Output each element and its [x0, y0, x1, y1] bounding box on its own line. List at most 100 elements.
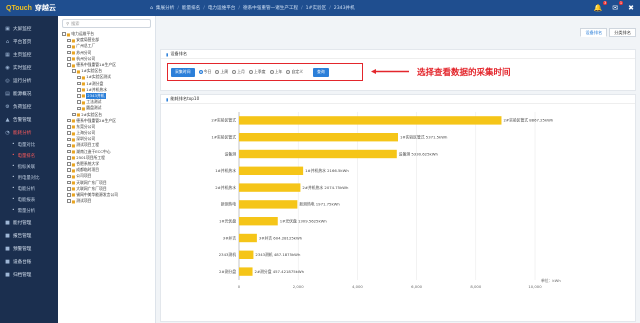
title-marker-icon: ▮	[166, 51, 169, 57]
ranking-chart: 0 2,000 4,000 6,000 8,000 10,000 2#实验区管式 2#实验区管…	[211, 112, 561, 289]
nav-item[interactable]: ◔ 能耗分析	[0, 126, 58, 139]
checkbox-icon[interactable]	[67, 63, 71, 67]
data-label: 新测热电 1971.75kWh	[299, 202, 340, 207]
bell-icon[interactable]: 🔔 3	[594, 1, 608, 12]
category-label: 1#并机热水	[215, 168, 236, 173]
nav-item[interactable]: ■ 归档管理	[0, 268, 58, 281]
nav-item[interactable]: ⌂ 平台首页	[0, 35, 58, 48]
checkbox-icon[interactable]	[67, 44, 71, 49]
checkbox-icon[interactable]	[72, 69, 76, 73]
checkbox-icon[interactable]	[77, 106, 81, 111]
nav-item[interactable]: ◎ 运行分析	[0, 74, 58, 87]
search-placeholder: 搜索	[71, 20, 80, 26]
category-label: 1#光伏盘	[219, 219, 236, 224]
checkbox-icon[interactable]	[67, 149, 71, 154]
nav-item[interactable]: ▣ 大屏监控	[0, 22, 58, 35]
mail-icon[interactable]: ✉ 1	[612, 1, 624, 12]
nav-sub-item[interactable]: • 电能分析	[0, 183, 58, 194]
close-icon[interactable]: ✖	[628, 4, 634, 12]
checkbox-icon[interactable]	[67, 125, 71, 129]
tree-node-label: 公司项目	[76, 173, 92, 179]
checkbox-icon[interactable]	[77, 94, 81, 98]
checkbox-icon[interactable]	[67, 168, 71, 172]
monitor-icon: ▣	[5, 25, 10, 32]
tree-node-label: 苏州分司	[76, 49, 92, 55]
checkbox-icon[interactable]	[67, 57, 71, 61]
nav-item[interactable]: ▲ 告警管理	[0, 113, 58, 126]
tree-search-input[interactable]: ⚲ 搜索	[62, 19, 151, 28]
nav-sub-label: 电能分析	[17, 186, 36, 192]
nav-sub-item[interactable]: • 电量排名	[0, 150, 58, 161]
tree-node-label: 深圳分公司	[76, 136, 96, 142]
nav-item[interactable]: ■ 报告管理	[0, 229, 58, 242]
breadcrumb-item[interactable]: 集展分析	[156, 5, 174, 11]
checkbox-icon[interactable]	[67, 131, 71, 135]
data-label: 设备测 5330.625kWh	[399, 151, 439, 156]
checkbox-icon[interactable]	[62, 32, 66, 36]
checkbox-icon[interactable]	[67, 38, 71, 43]
folder-icon: ■	[81, 87, 86, 93]
time-option-radio[interactable]: 上年	[269, 69, 282, 75]
nav-sub-item[interactable]: • 电能报表	[0, 194, 58, 205]
nav-item[interactable]: ▦ 主页监控	[0, 48, 58, 61]
time-option-radio[interactable]: 上周	[215, 69, 228, 75]
nav-item[interactable]: ■ 预警管理	[0, 242, 58, 255]
nav-item[interactable]: ■ 能付管理	[0, 216, 58, 229]
checkbox-icon[interactable]	[67, 199, 71, 203]
app-logo[interactable]: QTouch 穿越云	[0, 0, 62, 16]
nav-sub-label: 用电量对比	[17, 175, 40, 181]
breadcrumb-item[interactable]: 能量排名	[182, 5, 200, 11]
query-button[interactable]: 查询	[313, 67, 329, 77]
breadcrumb-item[interactable]: 电力运维平台	[208, 5, 236, 11]
nav-sub-item[interactable]: • 指标关联	[0, 161, 58, 172]
tab-device-rank[interactable]: 设备排名	[580, 28, 608, 37]
checkbox-icon[interactable]	[67, 162, 71, 166]
checkbox-icon[interactable]	[67, 193, 71, 197]
checkbox-icon[interactable]	[67, 187, 71, 191]
checkbox-icon[interactable]	[67, 174, 71, 179]
nav-sub-item[interactable]: • 需量分析	[0, 205, 58, 216]
logo-text: QTouch	[6, 4, 32, 12]
checkbox-icon[interactable]	[67, 50, 71, 55]
tree-node-label: 2501项目所工程	[76, 154, 105, 160]
checkbox-icon[interactable]	[67, 180, 71, 185]
folder-icon: ■	[71, 155, 76, 161]
breadcrumb-item[interactable]: 1#实验区	[306, 5, 327, 11]
nav-item[interactable]: ◉ 实时监控	[0, 61, 58, 74]
breadcrumb-item[interactable]: 德系中强重管一诸生产工程	[243, 5, 298, 11]
nav-sub-item[interactable]: • 电量对比	[0, 139, 58, 150]
tree-node-label: 安度局营业部	[76, 37, 100, 43]
folder-icon: ■	[71, 124, 76, 130]
time-option-radio[interactable]: 上月	[232, 69, 245, 75]
nav-item[interactable]: ■ 设备台账	[0, 255, 58, 268]
time-option-radio[interactable]: 自定义	[286, 69, 303, 75]
checkbox-icon[interactable]	[67, 156, 71, 160]
checkbox-icon[interactable]	[77, 75, 81, 80]
tree-node[interactable]: ■ 测试项目	[62, 198, 155, 204]
category-label: 2343测机	[219, 252, 236, 257]
checkbox-icon[interactable]	[67, 137, 71, 142]
time-option-radio[interactable]: 今日	[198, 69, 211, 75]
nav-label: 实时监控	[13, 65, 32, 71]
checkbox-icon[interactable]	[67, 143, 71, 148]
checkbox-icon[interactable]	[77, 88, 81, 92]
nav-label: 能耗分析	[13, 130, 32, 136]
checkbox-icon[interactable]	[67, 118, 71, 123]
checkbox-icon[interactable]	[77, 100, 81, 104]
home-icon[interactable]: ⌂	[150, 6, 153, 11]
checkbox-icon[interactable]	[72, 112, 76, 117]
tab-category-rank[interactable]: 分类排名	[609, 28, 636, 37]
nav-item[interactable]: ⚙ 负荷监控	[0, 100, 58, 113]
grid-icon: ▦	[5, 51, 10, 58]
checkbox-icon[interactable]	[77, 81, 81, 86]
breadcrumb-item[interactable]: 2343并机	[334, 5, 355, 11]
nav-item[interactable]: ▤ 能源概况	[0, 87, 58, 100]
nav-sub-item[interactable]: • 用电量对比	[0, 172, 58, 183]
time-option-radio[interactable]: 上季度	[248, 69, 266, 75]
collect-time-button[interactable]: 采集时间	[171, 67, 195, 77]
folder-icon: ■	[71, 136, 76, 142]
tree-node-label: 广州总工厂	[76, 43, 96, 49]
data-label: 1#光伏盘 1309.5625kWh	[280, 219, 328, 224]
folder-icon: ■	[81, 74, 86, 80]
folder-icon: ■	[71, 62, 76, 68]
